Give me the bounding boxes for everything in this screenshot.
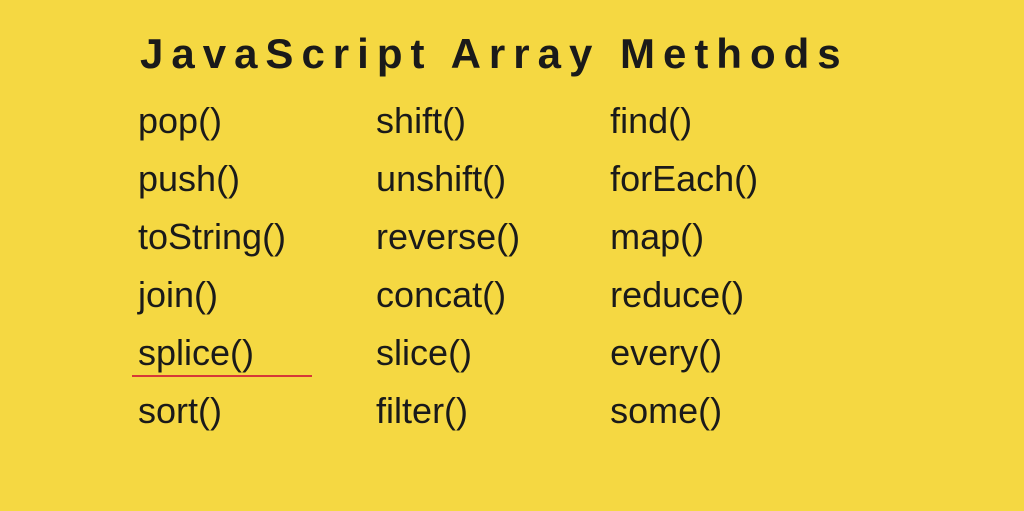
column-2: shift() unshift() reverse() concat() sli… (376, 103, 520, 429)
method-item: unshift() (376, 161, 520, 197)
method-item: some() (610, 393, 758, 429)
method-item: reduce() (610, 277, 758, 313)
method-item: map() (610, 219, 758, 255)
method-item-highlighted: splice() (138, 335, 286, 371)
method-item: filter() (376, 393, 520, 429)
method-item: join() (138, 277, 286, 313)
method-item: shift() (376, 103, 520, 139)
method-item: forEach() (610, 161, 758, 197)
method-item: every() (610, 335, 758, 371)
method-item: concat() (376, 277, 520, 313)
column-3: find() forEach() map() reduce() every() … (610, 103, 758, 429)
method-item: reverse() (376, 219, 520, 255)
column-1: pop() push() toString() join() splice() … (138, 103, 286, 429)
method-item: toString() (138, 219, 286, 255)
method-item: push() (138, 161, 286, 197)
method-item: pop() (138, 103, 286, 139)
methods-grid: pop() push() toString() join() splice() … (130, 103, 924, 429)
method-item: find() (610, 103, 758, 139)
method-item: sort() (138, 393, 286, 429)
page-title: JavaScript Array Methods (140, 30, 924, 78)
method-item: slice() (376, 335, 520, 371)
